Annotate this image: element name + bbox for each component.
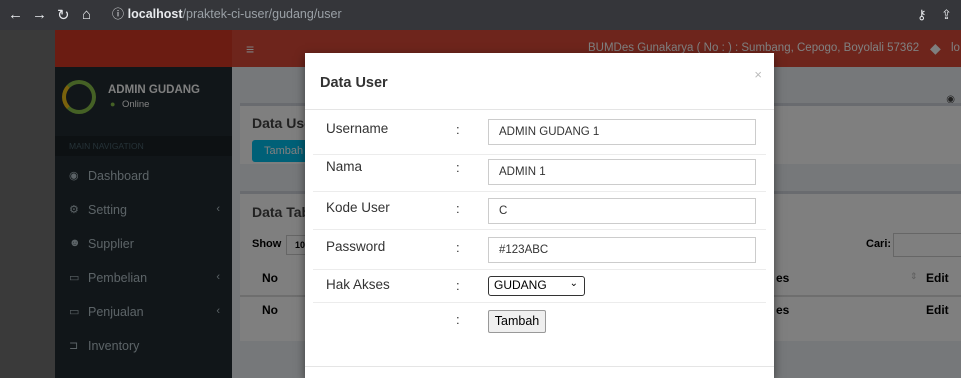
share-icon[interactable]: ⇪ — [941, 7, 952, 23]
colon: : — [456, 278, 460, 293]
kode-user-label: Kode User — [326, 200, 390, 215]
row-divider — [313, 154, 766, 155]
row-divider — [313, 191, 766, 192]
modal-header-divider — [305, 109, 774, 110]
username-label: Username — [326, 121, 389, 136]
modal-footer-divider — [305, 366, 774, 367]
colon: : — [456, 122, 460, 137]
colon: : — [456, 312, 460, 327]
colon: : — [456, 201, 460, 216]
hak-akses-select[interactable]: GUDANG ⌄ — [488, 276, 585, 296]
close-icon[interactable]: × — [754, 67, 762, 82]
row-divider — [313, 302, 766, 303]
info-icon: ⓘ — [112, 7, 125, 21]
key-icon[interactable]: ⚷ — [917, 7, 927, 23]
left-gutter — [0, 30, 55, 378]
forward-arrow-icon[interactable]: → — [32, 6, 47, 23]
url-host: localhost — [127, 7, 183, 21]
colon: : — [456, 160, 460, 175]
browser-toolbar: ← → ↻ ⌂ ⓘ localhost/praktek-ci-user/guda… — [0, 0, 961, 30]
password-label: Password — [326, 239, 386, 254]
nama-field[interactable] — [488, 159, 756, 185]
modal-title: Data User — [320, 75, 388, 91]
hak-akses-value: GUDANG — [494, 278, 547, 292]
chevron-down-icon: ⌄ — [569, 278, 578, 289]
row-divider — [313, 269, 766, 270]
url-path: /praktek-ci-user/gudang/user — [182, 7, 342, 21]
kode-user-field[interactable] — [488, 198, 756, 224]
row-divider — [313, 229, 766, 230]
reload-icon[interactable]: ↻ — [57, 6, 70, 24]
colon: : — [456, 240, 460, 255]
back-arrow-icon[interactable]: ← — [8, 6, 23, 23]
hak-akses-label: Hak Akses — [326, 277, 390, 292]
password-field[interactable] — [488, 237, 756, 263]
address-bar[interactable]: ⓘ localhost/praktek-ci-user/gudang/user — [112, 5, 887, 25]
data-user-modal: Data User × Username : Nama : Kode User … — [305, 53, 774, 378]
nama-label: Nama — [326, 159, 363, 174]
tambah-button[interactable]: Tambah — [488, 310, 546, 333]
username-field[interactable] — [488, 119, 756, 145]
home-icon[interactable]: ⌂ — [82, 6, 91, 23]
